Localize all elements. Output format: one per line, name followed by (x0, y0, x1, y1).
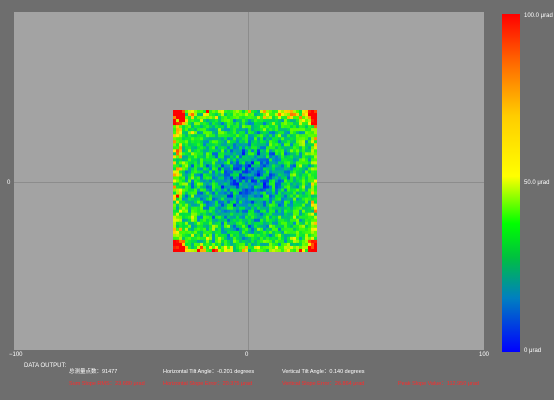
x-min-label: −100 (9, 352, 23, 358)
y-zero-label: 0 (7, 180, 11, 186)
colorbar-top-label: 100.0 μrad (524, 13, 553, 19)
data-output-title: DATA OUTPUT: (24, 363, 67, 369)
sum-slope-rms: Sum Slope RMS：23.680 μrad (69, 381, 145, 387)
x-zero-label: 0 (245, 352, 249, 358)
peak-slope-value: Peak Slope Value：112.950 μrad (398, 381, 479, 387)
horizontal-slope-error: Horizontal Slope Error：20.375 μrad (163, 381, 253, 387)
slope-map-plot[interactable] (14, 12, 484, 350)
colorbar (502, 14, 520, 352)
colorbar-bottom-label: 0 μrad (524, 348, 542, 354)
x-max-label: 100 (479, 352, 490, 358)
slope-heatmap (173, 110, 317, 252)
measurement-count: 总测量点数：91477 (69, 369, 118, 375)
vertical-slope-error: Vertical Slope Error：26.864 μrad (282, 381, 365, 387)
horizontal-tilt-angle: Horizontal Tilt Angle：-0.201 degrees (163, 369, 255, 375)
vertical-tilt-angle: Vertical Tilt Angle：0.140 degrees (282, 369, 365, 375)
colorbar-mid-label: 50.0 μrad (524, 180, 550, 186)
